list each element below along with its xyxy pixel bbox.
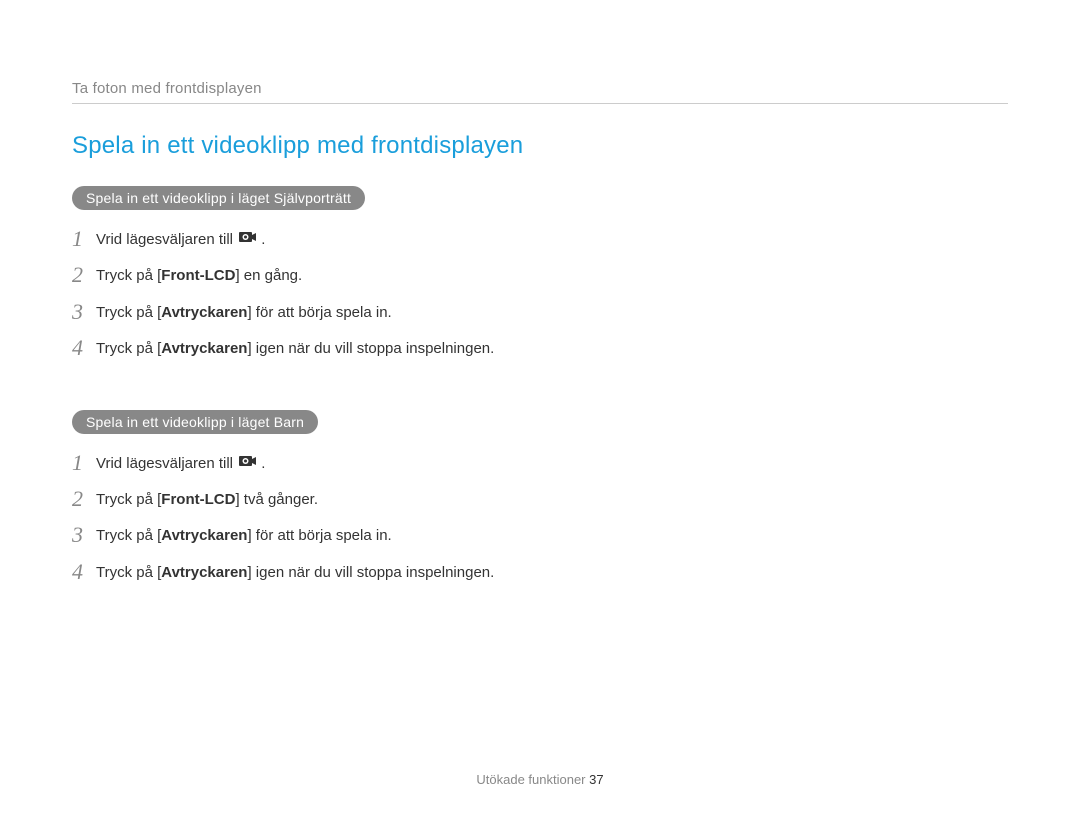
divider — [72, 103, 1008, 104]
step-number: 2 — [72, 262, 96, 288]
step-number: 1 — [72, 226, 96, 252]
footer: Utökade funktioner 37 — [0, 772, 1080, 787]
steps-barn: 1 Vrid lägesväljaren till . 2 Tryck på [… — [72, 450, 552, 586]
footer-label: Utökade funktioner — [476, 772, 585, 787]
breadcrumb: Ta foton med frontdisplayen — [72, 80, 1008, 97]
step-row: 4 Tryck på [Avtryckaren] igen när du vil… — [72, 335, 552, 361]
step-number: 3 — [72, 522, 96, 548]
video-icon — [239, 453, 259, 476]
subheading-selfportrait: Spela in ett videoklipp i läget Självpor… — [72, 186, 365, 210]
step-number: 4 — [72, 559, 96, 585]
step-text: Vrid lägesväljaren till . — [96, 226, 265, 252]
step-number: 3 — [72, 299, 96, 325]
step-text: Tryck på [Avtryckaren] för att börja spe… — [96, 299, 392, 325]
step-row: 4 Tryck på [Avtryckaren] igen när du vil… — [72, 559, 552, 585]
step-row: 1 Vrid lägesväljaren till . — [72, 450, 552, 476]
steps-selfportrait: 1 Vrid lägesväljaren till . 2 Tryck på [… — [72, 226, 552, 362]
step-row: 3 Tryck på [Avtryckaren] för att börja s… — [72, 522, 552, 548]
page-title: Spela in ett videoklipp med frontdisplay… — [72, 132, 1008, 160]
video-icon — [239, 229, 259, 252]
step-number: 1 — [72, 450, 96, 476]
step-text: Tryck på [Avtryckaren] för att börja spe… — [96, 522, 392, 548]
step-text: Vrid lägesväljaren till . — [96, 450, 265, 476]
step-row: 1 Vrid lägesväljaren till . — [72, 226, 552, 252]
page-number: 37 — [589, 772, 603, 787]
step-number: 4 — [72, 335, 96, 361]
step-text: Tryck på [Front-LCD] en gång. — [96, 262, 302, 288]
step-text: Tryck på [Avtryckaren] igen när du vill … — [96, 559, 494, 585]
step-number: 2 — [72, 486, 96, 512]
subheading-barn: Spela in ett videoklipp i läget Barn — [72, 410, 318, 434]
step-text: Tryck på [Front-LCD] två gånger. — [96, 486, 318, 512]
step-row: 2 Tryck på [Front-LCD] en gång. — [72, 262, 552, 288]
step-row: 3 Tryck på [Avtryckaren] för att börja s… — [72, 299, 552, 325]
step-row: 2 Tryck på [Front-LCD] två gånger. — [72, 486, 552, 512]
step-text: Tryck på [Avtryckaren] igen när du vill … — [96, 335, 494, 361]
